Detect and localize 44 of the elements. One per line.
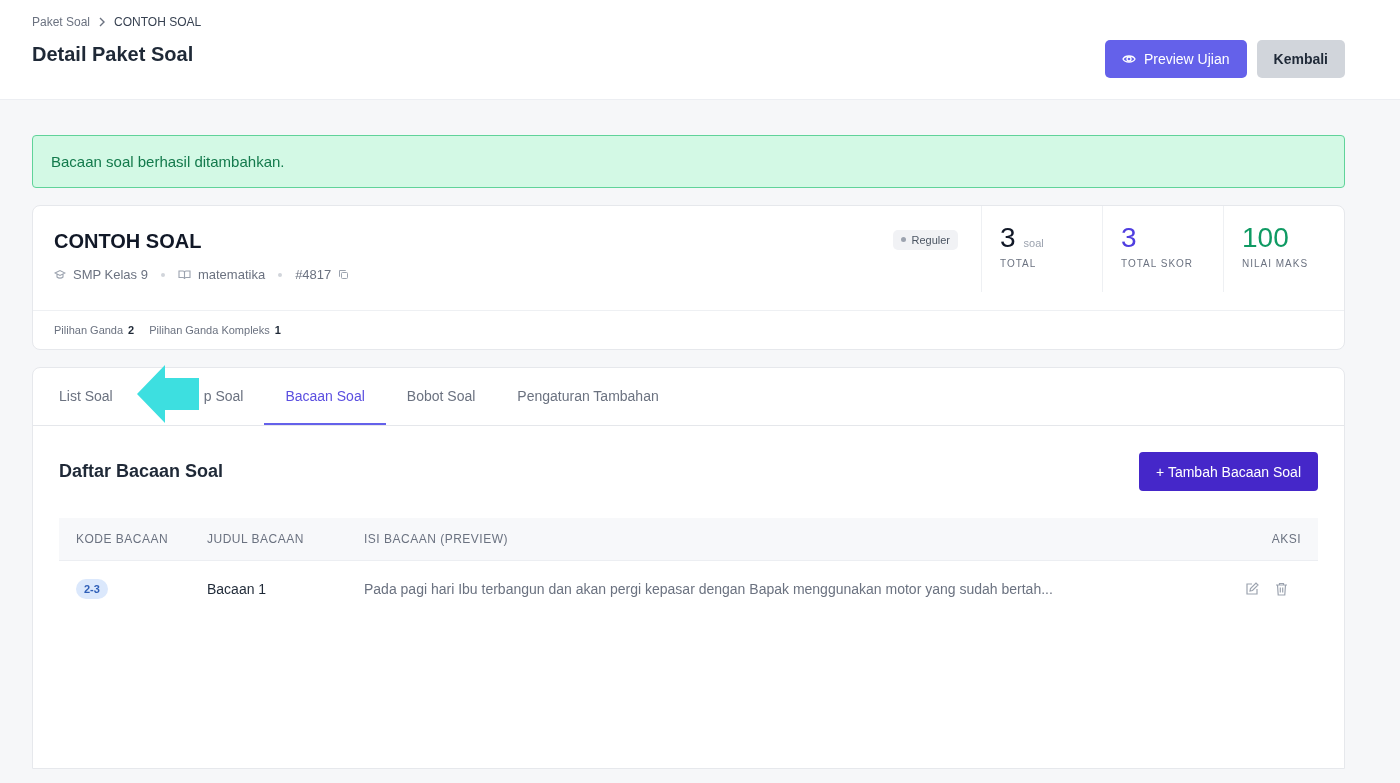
trash-icon[interactable] [1275, 582, 1288, 596]
chevron-right-icon [98, 17, 107, 27]
tab[interactable]: Bacaan Soal [264, 368, 386, 425]
question-type-label: Pilihan Ganda [54, 324, 124, 336]
tab[interactable]: Pengaturan Tambahan [496, 368, 680, 425]
column-header: AKSI [1270, 532, 1302, 546]
book-icon [177, 269, 191, 280]
add-reading-button[interactable]: + Tambah Bacaan Soal [1139, 452, 1318, 491]
package-title: CONTOH SOAL [54, 230, 203, 253]
breadcrumb-link[interactable]: Paket Soal [32, 15, 91, 29]
table-cell-text: Bacaan 1 [207, 581, 268, 597]
stat-unit: soal [1023, 237, 1044, 249]
eye-icon [1121, 53, 1136, 65]
tab[interactable]: List Soal [38, 368, 134, 425]
page-title: Detail Paket Soal [32, 43, 195, 66]
question-type-label: Pilihan Ganda Kompleks [149, 324, 270, 336]
tab[interactable]: p Soal [203, 368, 265, 425]
section-title: Daftar Bacaan Soal [59, 461, 224, 482]
class-label: SMP Kelas 9 [73, 267, 148, 282]
table-cell-text: Pada pagi hari Ibu terbangun dan akan pergi kepasar dengan Bapak menggunakan motor yang sudah bertah... [364, 581, 1054, 597]
success-alert: Bacaan soal berhasil ditambahkan. [32, 135, 1345, 188]
breadcrumb-current: CONTOH SOAL [114, 15, 202, 29]
question-type-count: 2 [128, 324, 135, 336]
code-badge: 2-3 [76, 579, 108, 599]
preview-button[interactable]: Preview Ujian [1104, 40, 1247, 78]
type-badge: Reguler [893, 229, 958, 250]
tab[interactable]: Bobot Soal [385, 368, 497, 425]
stat-label: TOTAL [1000, 258, 1038, 269]
stat-value: 100 [1242, 222, 1289, 254]
subject-label: matematika [197, 267, 266, 282]
edit-icon[interactable] [1245, 582, 1259, 596]
package-code: #4817 [295, 267, 332, 282]
arrow-left-icon [137, 365, 199, 423]
copy-icon[interactable] [338, 269, 350, 280]
back-button[interactable]: Kembali [1256, 40, 1345, 78]
question-type-count: 1 [274, 324, 281, 336]
stat-value: 3 [1000, 222, 1016, 254]
stat-label: NILAI MAKS [1242, 258, 1310, 269]
column-header: KODE BACAAN [75, 532, 170, 546]
column-header: ISI BACAAN (PREVIEW) [364, 532, 510, 546]
column-header: JUDUL BACAAN [207, 532, 305, 546]
stat-value: 3 [1121, 222, 1137, 254]
stat-label: TOTAL SKOR [1121, 258, 1195, 269]
graduation-cap-icon [54, 269, 66, 280]
